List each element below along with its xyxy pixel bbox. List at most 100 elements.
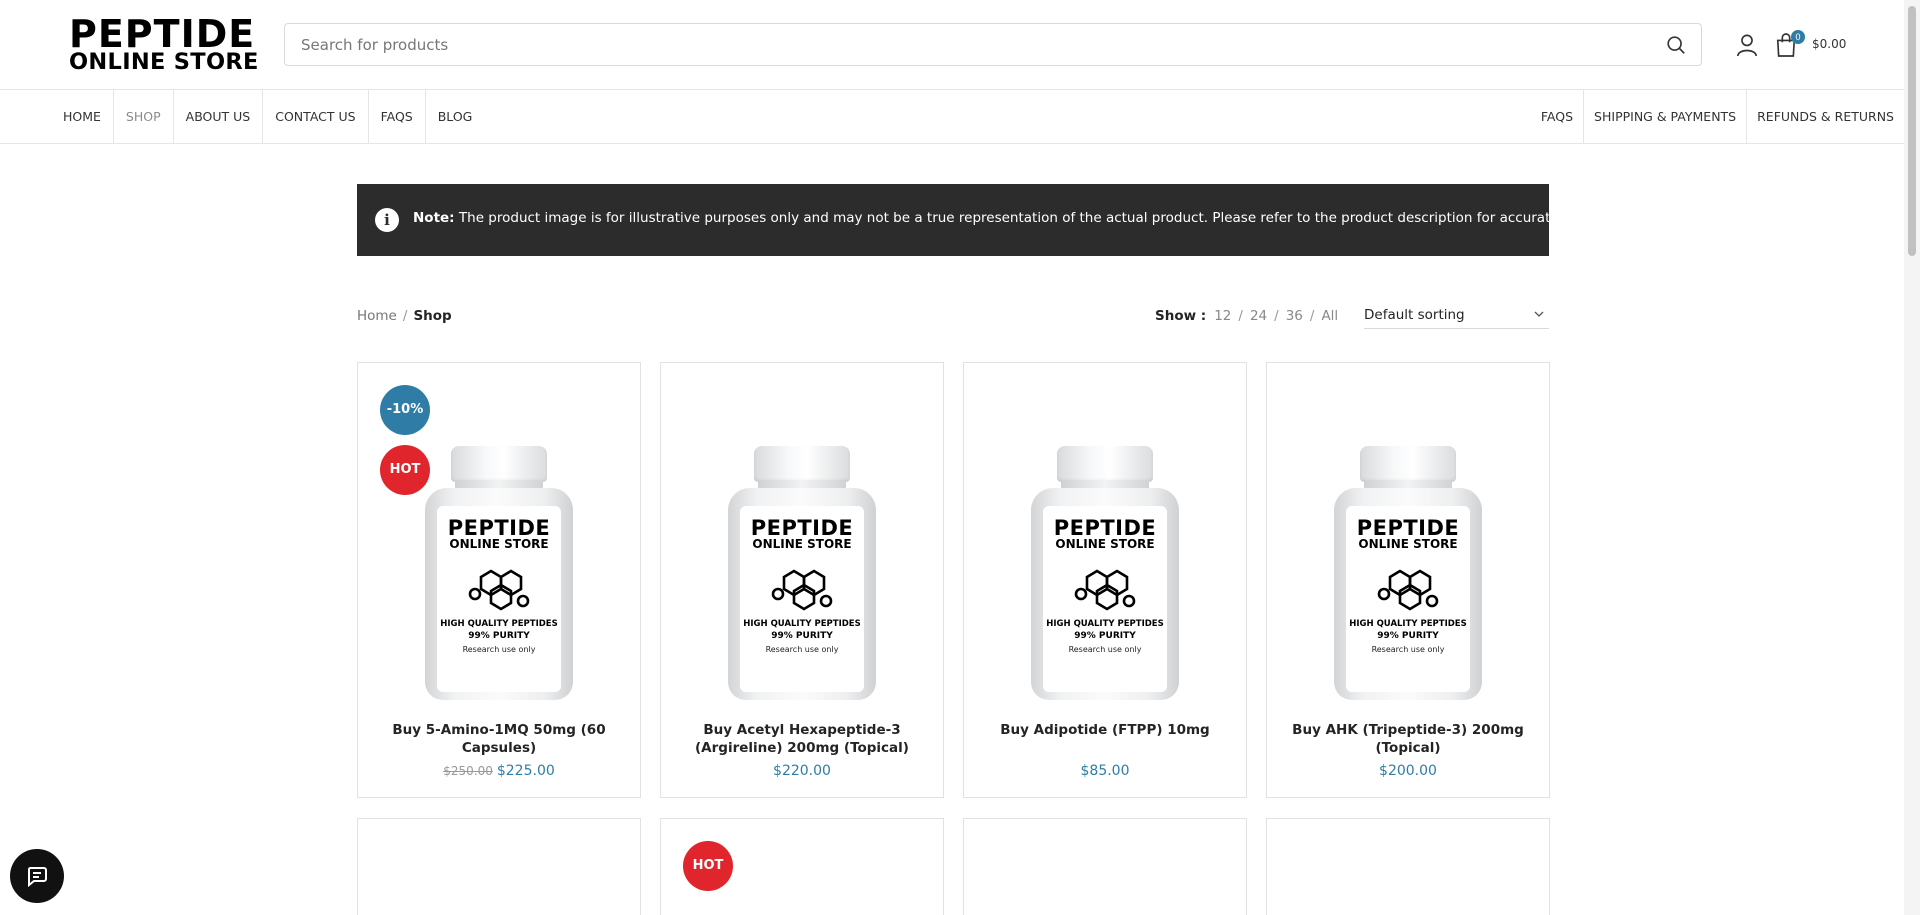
- nav-shipping-payments[interactable]: SHIPPING & PAYMENTS: [1583, 90, 1746, 144]
- label-brand-1: PEPTIDE: [750, 516, 854, 540]
- show-12[interactable]: 12: [1214, 308, 1231, 324]
- product-card[interactable]: PEPTIDE ONLINE STORE HIGH QUALITY PEPTID…: [660, 362, 944, 798]
- search-input[interactable]: [285, 24, 1701, 65]
- show-all[interactable]: All: [1321, 308, 1338, 324]
- product-image[interactable]: PEPTIDE ONLINE STORE HIGH QUALITY PEPTID…: [661, 363, 943, 708]
- label-brand-2: ONLINE STORE: [752, 537, 852, 551]
- bottle-cap: [451, 446, 547, 482]
- label-line-2: 99% PURITY: [1074, 631, 1136, 641]
- nav-about-us[interactable]: ABOUT US: [174, 90, 264, 144]
- label-brand-2: ONLINE STORE: [1358, 537, 1458, 551]
- show-label: Show :: [1155, 308, 1207, 324]
- nav-refunds-returns[interactable]: REFUNDS & RETURNS: [1746, 90, 1904, 144]
- nav-right-faqs[interactable]: FAQS: [1531, 90, 1583, 144]
- product-title[interactable]: Buy 5-Amino-1MQ 50mg (60 Capsules): [368, 721, 630, 757]
- nav-right-menu: FAQS SHIPPING & PAYMENTS REFUNDS & RETUR…: [1531, 90, 1904, 144]
- breadcrumb-home[interactable]: Home: [357, 308, 397, 324]
- product-title[interactable]: Buy AHK (Tripeptide-3) 200mg (Topical): [1277, 721, 1539, 757]
- label-brand-1: PEPTIDE: [1053, 516, 1157, 540]
- show-separator: /: [1238, 308, 1243, 324]
- label-brand-2: ONLINE STORE: [1055, 537, 1155, 551]
- hot-badge: HOT: [683, 841, 733, 891]
- nav-home[interactable]: HOME: [51, 90, 114, 144]
- product-card[interactable]: [357, 818, 641, 915]
- product-current-price: $220.00: [773, 763, 831, 779]
- bottle-cap: [1057, 446, 1153, 482]
- label-line-3: Research use only: [1371, 645, 1445, 654]
- nav-shop[interactable]: SHOP: [114, 90, 174, 144]
- show-separator: /: [1274, 308, 1279, 324]
- chat-icon: [27, 867, 47, 888]
- product-title[interactable]: Buy Adipotide (FTPP) 10mg: [974, 721, 1236, 739]
- hot-badge: HOT: [380, 445, 430, 495]
- product-card[interactable]: HOT: [660, 818, 944, 915]
- nav-blog[interactable]: BLOG: [426, 90, 485, 144]
- breadcrumb-current: Shop: [413, 308, 452, 324]
- site-logo[interactable]: PEPTIDE ONLINE STORE: [69, 12, 261, 75]
- bottle-label: PEPTIDE ONLINE STORE HIGH QUALITY PEPTID…: [1043, 506, 1167, 692]
- product-current-price: $85.00: [1080, 763, 1130, 779]
- notice-body: The product image is for illustrative pu…: [458, 210, 1613, 226]
- product-card[interactable]: [963, 818, 1247, 915]
- label-brand-2: ONLINE STORE: [449, 537, 549, 551]
- product-price: $220.00: [661, 763, 943, 779]
- product-bottle-image: PEPTIDE ONLINE STORE HIGH QUALITY PEPTID…: [425, 446, 573, 700]
- bottle-label: PEPTIDE ONLINE STORE HIGH QUALITY PEPTID…: [437, 506, 561, 692]
- nav-left-menu: HOME SHOP ABOUT US CONTACT US FAQS BLOG: [51, 90, 484, 144]
- cart-widget[interactable]: 0 $0.00: [1775, 30, 1855, 60]
- bottle-label: PEPTIDE ONLINE STORE HIGH QUALITY PEPTID…: [740, 506, 864, 692]
- search-bar: [284, 23, 1702, 66]
- product-title[interactable]: Buy Acetyl Hexapeptide-3 (Argireline) 20…: [671, 721, 933, 757]
- bottle-cap: [1360, 446, 1456, 482]
- info-icon: i: [375, 208, 399, 232]
- show-24[interactable]: 24: [1250, 308, 1267, 324]
- molecule-hexagon-icon: [1377, 569, 1439, 611]
- product-card[interactable]: PEPTIDE ONLINE STORE HIGH QUALITY PEPTID…: [963, 362, 1247, 798]
- products-per-page: Show : 12 / 24 / 36 / All: [1155, 308, 1338, 324]
- bottle-label: PEPTIDE ONLINE STORE HIGH QUALITY PEPTID…: [1346, 506, 1470, 692]
- nav-contact-us[interactable]: CONTACT US: [263, 90, 369, 144]
- label-line-2: 99% PURITY: [771, 631, 833, 641]
- label-line-2: 99% PURITY: [468, 631, 530, 641]
- product-card[interactable]: [1266, 818, 1550, 915]
- nav-faqs[interactable]: FAQS: [369, 90, 426, 144]
- molecule-hexagon-icon: [468, 569, 530, 611]
- product-bottle-image: PEPTIDE ONLINE STORE HIGH QUALITY PEPTID…: [1334, 446, 1482, 700]
- illustration-notice: i Note: The product image is for illustr…: [357, 184, 1612, 256]
- logo-line-2: ONLINE STORE: [69, 49, 259, 75]
- label-line-3: Research use only: [1068, 645, 1142, 654]
- notice-text: Note: The product image is for illustrat…: [413, 210, 1612, 226]
- product-current-price: $200.00: [1379, 763, 1437, 779]
- breadcrumb: Home / Shop: [357, 308, 452, 324]
- chat-widget-button[interactable]: [10, 849, 64, 903]
- label-line-1: HIGH QUALITY PEPTIDES: [743, 619, 861, 629]
- page-scrollbar[interactable]: [1904, 0, 1920, 915]
- product-card[interactable]: PEPTIDE ONLINE STORE HIGH QUALITY PEPTID…: [1266, 362, 1550, 798]
- product-bottle-image: PEPTIDE ONLINE STORE HIGH QUALITY PEPTID…: [728, 446, 876, 700]
- label-line-1: HIGH QUALITY PEPTIDES: [440, 619, 558, 629]
- label-line-2: 99% PURITY: [1377, 631, 1439, 641]
- cart-total: $0.00: [1812, 37, 1847, 51]
- breadcrumb-separator: /: [402, 308, 408, 324]
- scrollbar-thumb[interactable]: [1908, 6, 1916, 256]
- sort-select[interactable]: Default sorting: [1364, 301, 1549, 329]
- product-image[interactable]: PEPTIDE ONLINE STORE HIGH QUALITY PEPTID…: [1267, 363, 1549, 708]
- notice-label: Note:: [413, 210, 455, 226]
- product-current-price: $225.00: [496, 763, 555, 779]
- main-navigation: HOME SHOP ABOUT US CONTACT US FAQS BLOG …: [0, 90, 1904, 144]
- label-brand-1: PEPTIDE: [447, 516, 551, 540]
- logo-line-1: PEPTIDE: [69, 12, 256, 56]
- user-account-icon[interactable]: [1736, 33, 1758, 57]
- product-bottle-image: PEPTIDE ONLINE STORE HIGH QUALITY PEPTID…: [1031, 446, 1179, 700]
- search-icon[interactable]: [1665, 34, 1687, 56]
- molecule-hexagon-icon: [1074, 569, 1136, 611]
- site-header: PEPTIDE ONLINE STORE 0 $0.00: [0, 0, 1904, 90]
- label-line-1: HIGH QUALITY PEPTIDES: [1349, 619, 1467, 629]
- product-image[interactable]: PEPTIDE ONLINE STORE HIGH QUALITY PEPTID…: [964, 363, 1246, 708]
- label-line-3: Research use only: [765, 645, 839, 654]
- molecule-hexagon-icon: [771, 569, 833, 611]
- cart-count-badge: 0: [1791, 30, 1805, 44]
- chevron-down-icon: [1534, 311, 1544, 317]
- show-36[interactable]: 36: [1286, 308, 1303, 324]
- product-card[interactable]: PEPTIDE ONLINE STORE HIGH QUALITY PEPTID…: [357, 362, 641, 798]
